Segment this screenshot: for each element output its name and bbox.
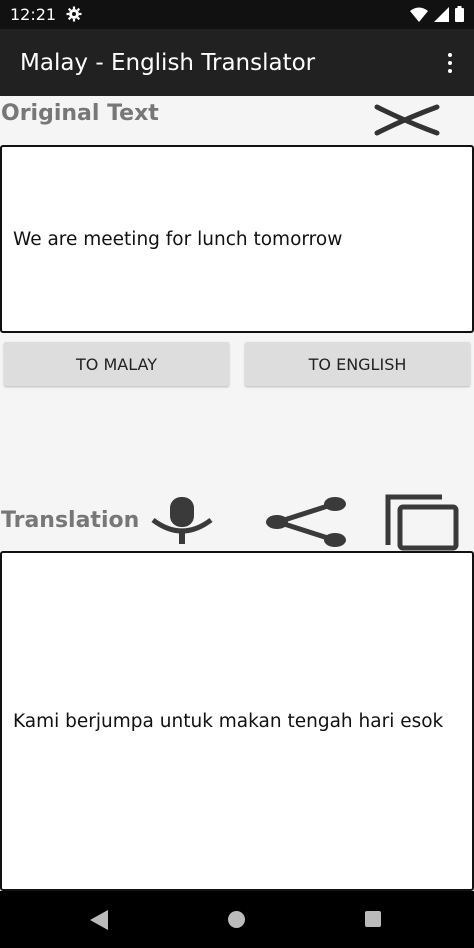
status-icons <box>410 6 464 22</box>
original-text-value: We are meeting for lunch tomorrow <box>13 228 343 250</box>
translation-value: Kami berjumpa untuk makan tengah hari es… <box>13 710 444 732</box>
app-title: Malay - English Translator <box>20 50 316 76</box>
home-icon[interactable] <box>228 911 245 928</box>
translation-output[interactable]: Kami berjumpa untuk makan tengah hari es… <box>0 551 474 891</box>
status-time: 12:21 <box>10 5 57 24</box>
overflow-menu-button[interactable] <box>440 49 460 77</box>
settings-gear-icon <box>66 6 82 22</box>
recents-icon[interactable] <box>365 911 381 927</box>
back-icon[interactable] <box>90 910 108 930</box>
status-bar: 12:21 <box>0 0 474 29</box>
overflow-dot-icon <box>448 53 452 57</box>
to-malay-button[interactable]: TO MALAY <box>4 342 229 386</box>
microphone-icon[interactable] <box>149 496 215 546</box>
original-text-input[interactable]: We are meeting for lunch tomorrow <box>0 145 474 333</box>
overflow-dot-icon <box>448 61 452 65</box>
to-english-label: TO ENGLISH <box>308 354 407 374</box>
original-text-label: Original Text <box>1 101 159 126</box>
close-icon[interactable] <box>372 104 442 136</box>
copy-icon[interactable] <box>384 493 460 551</box>
navigation-bar <box>0 891 474 948</box>
wifi-icon <box>410 7 428 22</box>
cellular-signal-icon <box>434 6 449 22</box>
translation-label: Translation <box>1 508 140 533</box>
to-malay-label: TO MALAY <box>76 354 157 374</box>
to-english-button[interactable]: TO ENGLISH <box>245 342 470 386</box>
app-bar: Malay - English Translator <box>0 29 474 96</box>
overflow-dot-icon <box>448 69 452 73</box>
share-icon[interactable] <box>264 494 350 550</box>
battery-icon <box>455 6 464 22</box>
